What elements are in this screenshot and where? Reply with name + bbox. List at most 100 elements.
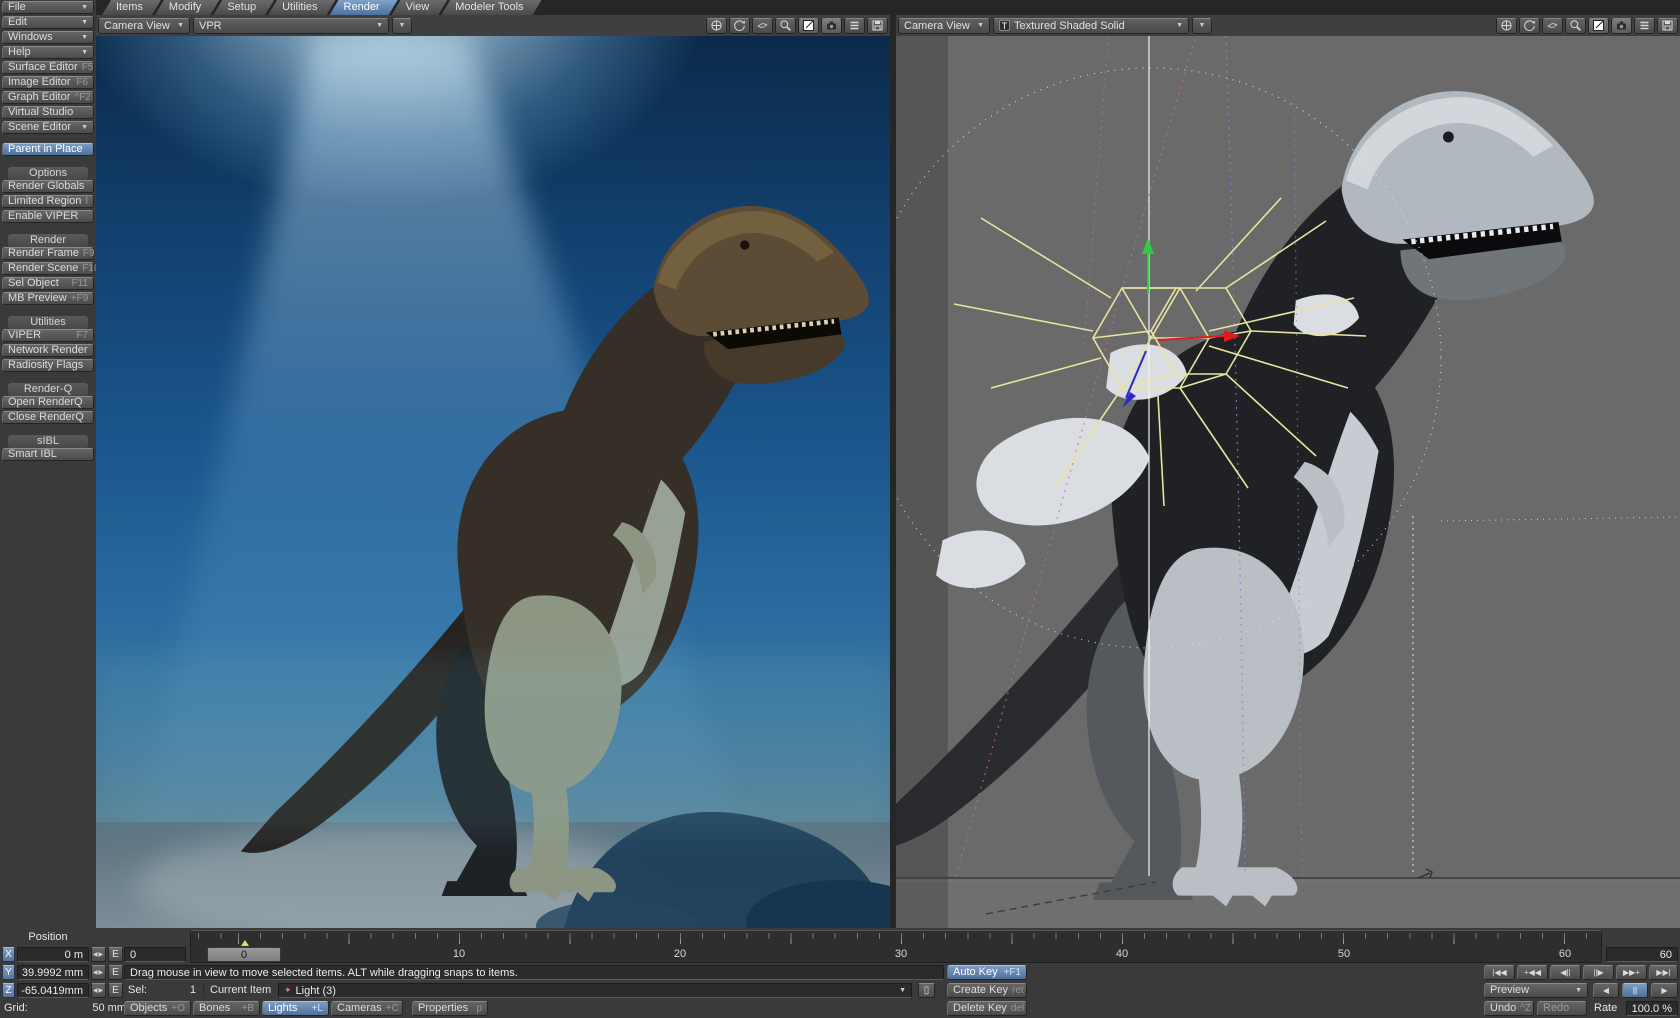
y-envelope-button[interactable]: E <box>108 965 123 980</box>
redo-button[interactable]: Redo <box>1537 1001 1587 1016</box>
enable-viper-button[interactable]: Enable VIPER <box>2 210 94 223</box>
cameras-button[interactable]: Cameras+C <box>331 1001 403 1016</box>
mb-preview-button[interactable]: MB Preview+F9 <box>2 292 94 305</box>
y-stepper[interactable]: ◀▶ <box>91 965 106 980</box>
tab-render[interactable]: Render <box>330 0 398 15</box>
close-renderq-button[interactable]: Close RenderQ <box>2 411 94 424</box>
viewport-menu-dropdown[interactable] <box>392 18 412 34</box>
menu-edit[interactable]: Edit <box>2 16 94 29</box>
rotate-icon[interactable] <box>729 18 750 34</box>
next-key-button[interactable]: ▶▶+ <box>1616 965 1647 980</box>
zoom-icon[interactable] <box>1565 18 1586 34</box>
parent-in-place-button[interactable]: Parent in Place <box>2 143 94 156</box>
item-list-mini-button[interactable]: ▯ <box>918 983 935 998</box>
network-render-button[interactable]: Network Render <box>2 344 94 357</box>
bones-button[interactable]: Bones+B <box>193 1001 260 1016</box>
y-position-field[interactable]: 39.9992 mm <box>17 965 89 980</box>
render-frame-button[interactable]: Render FrameF9 <box>2 247 94 260</box>
smart-ibl-button[interactable]: Smart IBL <box>2 448 94 461</box>
z-axis-button[interactable]: Z <box>2 983 15 998</box>
tab-utilities[interactable]: Utilities <box>268 0 335 15</box>
x-stepper[interactable]: ◀▶ <box>91 947 106 962</box>
tab-modeler-tools[interactable]: Modeler Tools <box>441 0 541 15</box>
render-globals-button[interactable]: Render Globals <box>2 180 94 193</box>
surface-editor-button[interactable]: Surface EditorF5 <box>2 61 94 74</box>
timeline-ruler[interactable]: 10 20 30 40 50 60 0 <box>190 930 1602 963</box>
shaded-3d-view[interactable] <box>896 36 1680 928</box>
frame-start-field[interactable]: 0 <box>124 947 186 962</box>
tab-modify[interactable]: Modify <box>155 0 219 15</box>
view-type-dropdown[interactable]: Camera View <box>898 18 990 34</box>
view-type-dropdown[interactable]: Camera View <box>98 18 190 34</box>
lights-button[interactable]: Lights+L <box>262 1001 329 1016</box>
current-item-dropdown[interactable]: ✦ Light (3) <box>278 983 912 998</box>
limited-region-button[interactable]: Limited Regionl <box>2 195 94 208</box>
maximize-icon[interactable] <box>798 18 819 34</box>
rotate-icon[interactable] <box>1519 18 1540 34</box>
play-reverse-button[interactable]: ◀ <box>1593 983 1619 998</box>
ruler-minor-ticks <box>191 933 1601 939</box>
spacer <box>2 158 94 165</box>
menu-windows[interactable]: Windows <box>2 31 94 44</box>
next-frame-button[interactable]: ||▶ <box>1583 965 1614 980</box>
preview-dropdown[interactable]: Preview <box>1484 983 1588 998</box>
pan-icon[interactable] <box>706 18 727 34</box>
pause-button[interactable]: || <box>1622 983 1648 998</box>
orbit-icon[interactable] <box>752 18 773 34</box>
z-envelope-button[interactable]: E <box>108 983 123 998</box>
tab-view[interactable]: View <box>392 0 448 15</box>
x-axis-button[interactable]: X <box>2 947 15 962</box>
vpr-render-view[interactable] <box>96 36 890 928</box>
save-view-icon[interactable] <box>1657 18 1678 34</box>
open-renderq-button[interactable]: Open RenderQ <box>2 396 94 409</box>
prev-frame-button[interactable]: ◀|| <box>1550 965 1581 980</box>
radiosity-flags-button[interactable]: Radiosity Flags <box>2 359 94 372</box>
zoom-icon[interactable] <box>775 18 796 34</box>
viewport-menu-dropdown[interactable] <box>1192 18 1212 34</box>
tab-setup[interactable]: Setup <box>213 0 274 15</box>
menu-help[interactable]: Help <box>2 46 94 59</box>
list-icon[interactable] <box>844 18 865 34</box>
camera-icon[interactable] <box>1611 18 1632 34</box>
rate-field[interactable]: 100.0 % <box>1626 1001 1678 1016</box>
virtual-studio-button[interactable]: Virtual Studio <box>2 106 94 119</box>
delete-key-button[interactable]: Delete Keydel <box>947 1001 1027 1016</box>
render-mode-dropdown[interactable]: VPR <box>193 18 389 34</box>
render-mode-dropdown[interactable]: TTextured Shaded Solid <box>993 18 1189 34</box>
auto-key-button[interactable]: Auto Key+F1 <box>947 965 1027 980</box>
camera-icon[interactable] <box>821 18 842 34</box>
main-tab-bar: Items Modify Setup Utilities Render View… <box>96 0 1680 15</box>
create-key-button[interactable]: Create Keyret <box>947 983 1027 998</box>
list-icon[interactable] <box>1634 18 1655 34</box>
z-position-field[interactable]: -65.0419mm <box>17 983 89 998</box>
play-button[interactable]: ▶ <box>1651 983 1678 998</box>
viewport-tool-icons <box>706 18 888 34</box>
x-envelope-button[interactable]: E <box>108 947 123 962</box>
viper-button[interactable]: VIPERF7 <box>2 329 94 342</box>
z-stepper[interactable]: ◀▶ <box>91 983 106 998</box>
sel-object-button[interactable]: Sel ObjectF11 <box>2 277 94 290</box>
undo-button[interactable]: Undo^Z <box>1484 1001 1534 1016</box>
menu-file[interactable]: File <box>2 1 94 14</box>
properties-button[interactable]: Propertiesp <box>412 1001 488 1016</box>
y-axis-button[interactable]: Y <box>2 965 15 980</box>
maximize-icon[interactable] <box>1588 18 1609 34</box>
save-view-icon[interactable] <box>867 18 888 34</box>
pan-icon[interactable] <box>1496 18 1517 34</box>
graph-editor-button[interactable]: Graph Editor^F2 <box>2 91 94 104</box>
tab-items[interactable]: Items <box>102 0 161 15</box>
go-start-button[interactable]: |◀◀ <box>1484 965 1515 980</box>
objects-button[interactable]: Objects+O <box>124 1001 191 1016</box>
render-group-header: Render <box>8 234 88 247</box>
render-scene-button[interactable]: Render SceneF10 <box>2 262 94 275</box>
current-item-label: Current Item <box>210 984 271 996</box>
frame-end-field[interactable]: 60 <box>1606 947 1678 962</box>
x-position-field[interactable]: 0 m <box>17 947 89 962</box>
timeline-slider-handle[interactable]: 0 <box>207 947 281 962</box>
prev-key-button[interactable]: +◀◀ <box>1517 965 1548 980</box>
go-end-button[interactable]: ▶▶| <box>1649 965 1678 980</box>
image-editor-button[interactable]: Image EditorF6 <box>2 76 94 89</box>
scene-editor-button[interactable]: Scene Editor <box>2 121 94 134</box>
utilities-group-header: Utilities <box>8 316 88 329</box>
orbit-icon[interactable] <box>1542 18 1563 34</box>
